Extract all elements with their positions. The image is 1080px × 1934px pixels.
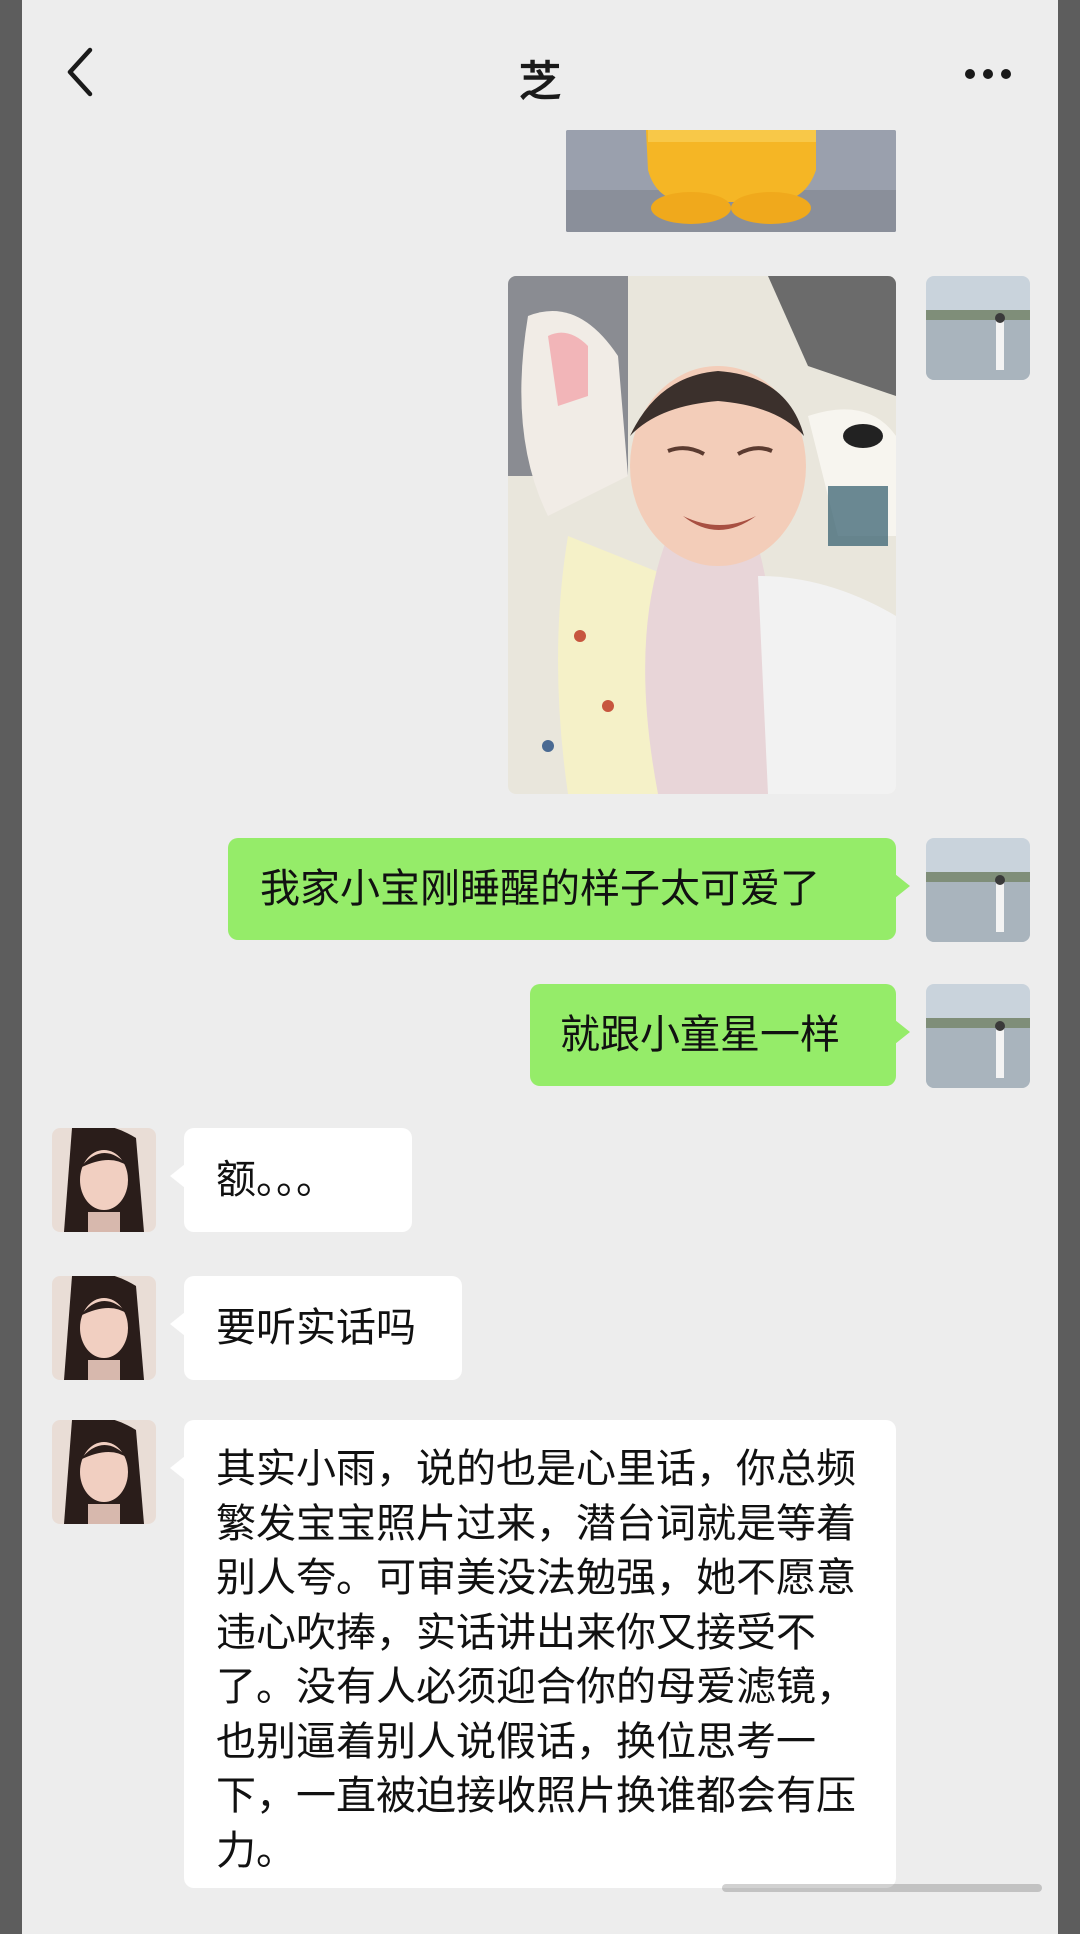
received-message-bubble[interactable]: 额。。。 bbox=[170, 1128, 412, 1232]
chat-screen: 我家小宝刚睡醒的样子太可爱了 就跟小童星一样 额。。。 要听实话吗 其实小雨，说… bbox=[22, 0, 1058, 1934]
message-text: 其实小雨，说的也是心里话，你总频繁发宝宝照片过来，潜台词就是等着别人夸。可审美没… bbox=[216, 1446, 856, 1874]
chat-title: 芝 bbox=[518, 57, 561, 106]
received-message-bubble[interactable]: 要听实话吗 bbox=[170, 1276, 462, 1380]
home-indicator[interactable] bbox=[722, 1884, 1042, 1892]
ellipsis-icon bbox=[965, 69, 1011, 79]
my-avatar[interactable] bbox=[926, 838, 1030, 942]
message-text: 要听实话吗 bbox=[216, 1305, 416, 1351]
more-button[interactable] bbox=[958, 56, 1018, 92]
received-message-bubble[interactable]: 其实小雨，说的也是心里话，你总频繁发宝宝照片过来，潜台词就是等着别人夸。可审美没… bbox=[170, 1420, 896, 1888]
sent-message-bubble[interactable]: 就跟小童星一样 bbox=[530, 984, 910, 1086]
message-list[interactable]: 我家小宝刚睡醒的样子太可爱了 就跟小童星一样 额。。。 要听实话吗 其实小雨，说… bbox=[22, 0, 1058, 1934]
contact-avatar[interactable] bbox=[52, 1420, 156, 1524]
chat-header: 芝 bbox=[22, 0, 1058, 130]
contact-avatar[interactable] bbox=[52, 1276, 156, 1380]
my-avatar[interactable] bbox=[926, 984, 1030, 1088]
sent-message-bubble[interactable]: 我家小宝刚睡醒的样子太可爱了 bbox=[228, 838, 910, 940]
sent-baby-photo[interactable] bbox=[508, 276, 896, 794]
message-text: 我家小宝刚睡醒的样子太可爱了 bbox=[260, 866, 820, 912]
message-text: 就跟小童星一样 bbox=[560, 1012, 840, 1058]
my-avatar[interactable] bbox=[926, 276, 1030, 380]
contact-avatar[interactable] bbox=[52, 1128, 156, 1232]
message-text: 额。。。 bbox=[216, 1157, 336, 1203]
sent-image-partial[interactable] bbox=[566, 130, 896, 232]
